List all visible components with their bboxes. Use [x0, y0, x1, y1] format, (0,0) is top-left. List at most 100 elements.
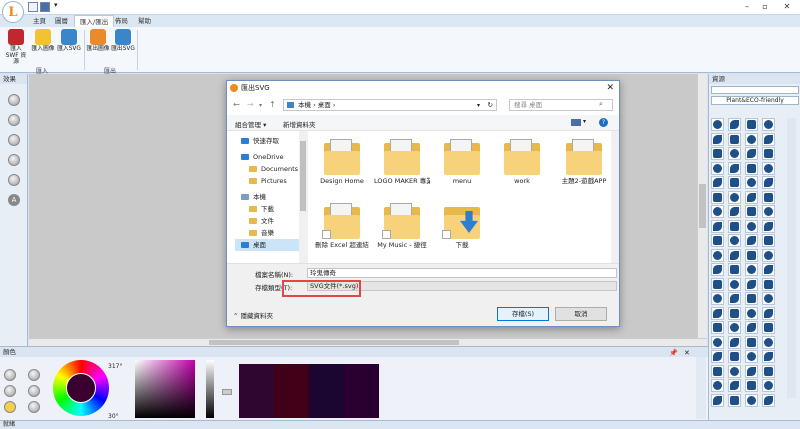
- color-preset[interactable]: [4, 369, 16, 381]
- plant-shape-icon[interactable]: [762, 205, 775, 218]
- plant-shape-icon[interactable]: [762, 190, 775, 204]
- plant-shape-icon[interactable]: [745, 335, 758, 349]
- filename-input[interactable]: 玲鬼傳奇: [307, 268, 617, 278]
- tab-import-export[interactable]: 匯入/匯出: [74, 15, 115, 27]
- file-item[interactable]: My Music - 捷徑: [374, 199, 430, 259]
- plant-shape-icon[interactable]: [711, 248, 724, 262]
- file-item[interactable]: 刪除 Excel 超連結: [314, 199, 370, 259]
- quick-access-dropdown-icon[interactable]: ▾: [54, 1, 58, 9]
- plant-shape-icon[interactable]: [728, 176, 741, 189]
- plant-shape-icon[interactable]: [711, 393, 724, 407]
- effect-button[interactable]: [8, 114, 20, 126]
- color-panel-scrollbar[interactable]: [696, 357, 706, 419]
- plant-shape-icon[interactable]: [762, 161, 775, 175]
- tab-help[interactable]: 幫助: [133, 15, 156, 27]
- plant-shape-icon[interactable]: [745, 364, 758, 378]
- plant-shape-icon[interactable]: [728, 350, 741, 363]
- text-effect-icon[interactable]: A: [8, 194, 20, 206]
- brightness-slider[interactable]: [206, 360, 214, 418]
- effect-button[interactable]: [8, 134, 20, 146]
- plant-shape-icon[interactable]: [762, 176, 775, 189]
- tree-item[interactable]: 本機: [241, 191, 266, 203]
- plant-shape-icon[interactable]: [728, 248, 741, 262]
- back-icon[interactable]: ←: [233, 100, 240, 109]
- file-item[interactable]: 下載: [434, 199, 490, 259]
- plant-shape-icon[interactable]: [728, 364, 741, 378]
- plant-shape-icon[interactable]: [745, 147, 758, 160]
- plant-shape-icon[interactable]: [711, 321, 724, 334]
- import-image-button[interactable]: 匯入圖像: [31, 29, 55, 63]
- plant-shape-icon[interactable]: [762, 379, 775, 392]
- export-svg-button[interactable]: 匯出SVG: [111, 29, 135, 63]
- plant-shape-icon[interactable]: [728, 205, 741, 218]
- plant-shape-icon[interactable]: [711, 205, 724, 218]
- color-swatch[interactable]: [239, 364, 274, 418]
- plant-shape-icon[interactable]: [762, 335, 775, 349]
- plant-shape-icon[interactable]: [711, 147, 724, 160]
- plant-shape-icon[interactable]: [711, 379, 724, 392]
- plant-shape-icon[interactable]: [728, 147, 741, 160]
- app-logo-icon[interactable]: L: [2, 1, 24, 23]
- tab-layout[interactable]: 佈局: [110, 15, 133, 27]
- plant-shape-icon[interactable]: [762, 350, 775, 363]
- search-icon[interactable]: ⌕: [599, 100, 603, 109]
- file-item[interactable]: work: [494, 135, 550, 195]
- plant-shape-icon[interactable]: [745, 321, 758, 334]
- recent-dropdown-icon[interactable]: ▾: [259, 102, 262, 109]
- scroll-thumb[interactable]: [209, 340, 459, 345]
- plant-shape-icon[interactable]: [711, 234, 724, 247]
- saturation-picker[interactable]: [135, 360, 195, 418]
- plant-shape-icon[interactable]: [711, 219, 724, 233]
- plant-shape-icon[interactable]: [728, 132, 741, 146]
- view-options-icon[interactable]: [571, 119, 581, 126]
- plant-shape-icon[interactable]: [745, 161, 758, 175]
- plant-shape-icon[interactable]: [762, 248, 775, 262]
- plant-shape-icon[interactable]: [728, 393, 741, 407]
- tab-home[interactable]: 主頁: [28, 15, 51, 27]
- plant-shape-icon[interactable]: [745, 205, 758, 218]
- plant-shape-icon[interactable]: [728, 190, 741, 204]
- plant-shape-icon[interactable]: [711, 335, 724, 349]
- plant-shape-icon[interactable]: [711, 176, 724, 189]
- plant-shape-icon[interactable]: [711, 132, 724, 146]
- plant-shape-icon[interactable]: [745, 248, 758, 262]
- plant-shape-icon[interactable]: [762, 321, 775, 334]
- plant-shape-icon[interactable]: [711, 161, 724, 175]
- plant-shape-icon[interactable]: [745, 306, 758, 320]
- resource-category-select[interactable]: Plant&ECO-friendly: [711, 96, 799, 105]
- plant-shape-icon[interactable]: [745, 118, 758, 131]
- resource-scrollbar[interactable]: [787, 118, 796, 398]
- effect-button[interactable]: [8, 94, 20, 106]
- breadcrumb-current[interactable]: 桌面: [318, 101, 331, 109]
- plant-shape-icon[interactable]: [711, 263, 724, 276]
- file-item[interactable]: 主題2-遊戲APP: [556, 135, 612, 195]
- dialog-close-icon[interactable]: ✕: [606, 81, 614, 95]
- panel-close-icon[interactable]: ✕: [684, 349, 690, 357]
- plant-shape-icon[interactable]: [745, 277, 758, 291]
- plant-shape-icon[interactable]: [762, 234, 775, 247]
- scroll-thumb[interactable]: [699, 184, 706, 228]
- plant-shape-icon[interactable]: [745, 350, 758, 363]
- maximize-button[interactable]: ▫: [758, 2, 772, 12]
- plant-shape-icon[interactable]: [745, 292, 758, 305]
- plant-shape-icon[interactable]: [711, 118, 724, 131]
- plant-shape-icon[interactable]: [728, 306, 741, 320]
- close-button[interactable]: ✕: [780, 2, 794, 12]
- plant-shape-icon[interactable]: [728, 277, 741, 291]
- color-preset[interactable]: [4, 385, 16, 397]
- scroll-thumb[interactable]: [300, 141, 306, 211]
- plant-shape-icon[interactable]: [728, 263, 741, 276]
- dialog-search-input[interactable]: 搜尋 桌面: [509, 99, 613, 111]
- canvas-vertical-scrollbar[interactable]: [697, 74, 707, 338]
- color-preset[interactable]: [28, 401, 40, 413]
- plant-shape-icon[interactable]: [762, 292, 775, 305]
- plant-shape-icon[interactable]: [711, 190, 724, 204]
- tree-item[interactable]: 下載: [249, 203, 274, 215]
- export-image-button[interactable]: 匯出圖像: [86, 29, 110, 63]
- plant-shape-icon[interactable]: [711, 306, 724, 320]
- effect-button[interactable]: [8, 174, 20, 186]
- organize-button[interactable]: 組合管理 ▾: [235, 119, 266, 129]
- tree-scrollbar[interactable]: [299, 131, 307, 263]
- plant-shape-icon[interactable]: [745, 263, 758, 276]
- plant-shape-icon[interactable]: [762, 219, 775, 233]
